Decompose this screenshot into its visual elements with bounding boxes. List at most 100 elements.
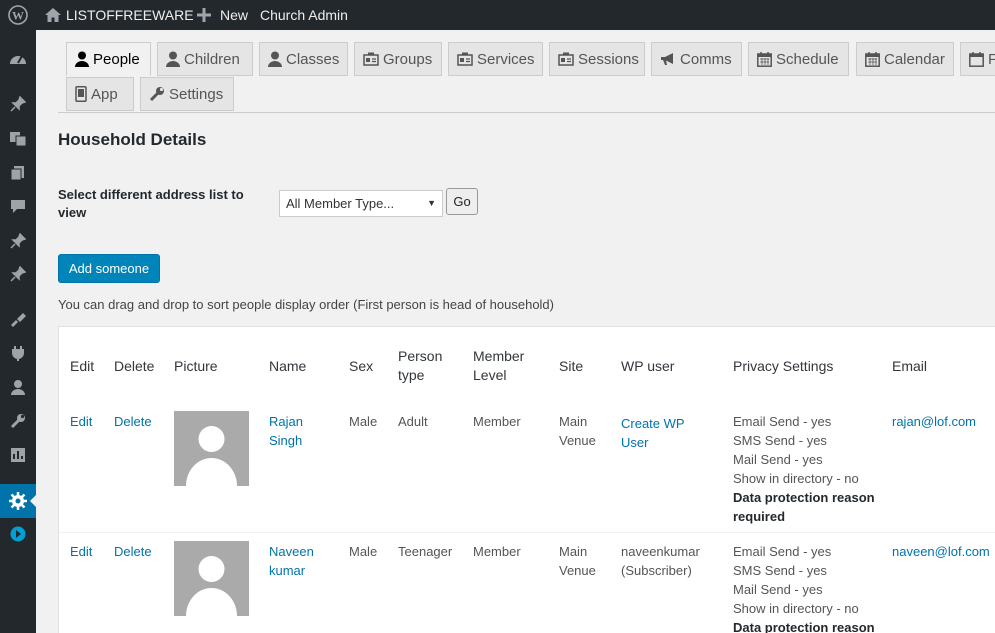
gear-icon[interactable] — [0, 484, 36, 518]
tab-label: Groups — [383, 50, 433, 68]
media-icon[interactable] — [0, 126, 36, 152]
megaphone-icon — [661, 53, 673, 65]
tab-comms[interactable]: Comms — [651, 42, 742, 76]
header-email: Email — [892, 358, 928, 374]
wp-username-line-1: naveenkumar — [621, 544, 700, 559]
edit-link[interactable]: Edit — [70, 542, 92, 561]
tab-label: Sessions — [578, 50, 639, 68]
calendar-icon — [757, 51, 772, 67]
chevron-down-icon: ▼ — [427, 198, 436, 208]
church-admin-link[interactable]: Church Admin — [260, 0, 348, 30]
avatar-placeholder-icon — [186, 426, 237, 486]
person-name-line-2[interactable]: kumar — [269, 561, 305, 580]
tab-label: People — [93, 50, 140, 68]
admin-sidebar — [0, 30, 36, 633]
pin-icon[interactable] — [0, 91, 36, 117]
edit-link[interactable]: Edit — [70, 412, 92, 431]
settings-icon[interactable] — [0, 442, 36, 468]
plus-icon[interactable] — [197, 0, 211, 30]
header-privacy: Privacy Settings — [733, 358, 834, 374]
header-site: Site — [559, 358, 584, 374]
pin-icon-2[interactable] — [0, 228, 36, 254]
delete-link[interactable]: Delete — [114, 412, 152, 431]
privacy-show-directory: Show in directory - no — [733, 471, 859, 486]
member-type-select[interactable]: All Member Type... ▼ — [279, 190, 443, 217]
tab-label: Classes — [286, 50, 340, 68]
header-edit: Edit — [70, 358, 95, 374]
privacy-data-protection-line-2: required — [733, 509, 786, 524]
tab-label: Settings — [169, 85, 224, 103]
header-delete: Delete — [114, 358, 155, 374]
tab-groups[interactable]: Groups — [354, 42, 442, 76]
wp-username-line-2: (Subscriber) — [621, 563, 692, 578]
tab-services[interactable]: Services — [448, 42, 543, 76]
tools-icon[interactable] — [0, 408, 36, 434]
page-title: Household Details — [58, 130, 207, 149]
dashboard-icon[interactable] — [0, 45, 36, 71]
go-button[interactable]: Go — [446, 188, 478, 215]
header-person-type-1: Person — [398, 348, 443, 364]
header-wp-user: WP user — [621, 358, 675, 374]
person-name-line-2[interactable]: Singh — [269, 431, 302, 450]
users-icon[interactable] — [0, 374, 36, 400]
privacy-data-protection-line-1: Data protection reason — [733, 490, 875, 505]
tab-label: Schedule — [776, 50, 839, 68]
calendar-icon — [969, 51, 984, 67]
tab-label: Comms — [680, 50, 732, 68]
tab-children[interactable]: Children — [157, 42, 253, 76]
tab-label: Calendar — [884, 50, 945, 68]
privacy-mail-send: Mail Send - yes — [733, 582, 823, 597]
plugins-icon[interactable] — [0, 340, 36, 366]
person-icon — [268, 51, 282, 67]
site-name-link[interactable]: LISTOFFREEWARE — [66, 0, 194, 30]
email-link[interactable]: naveen@lof.com — [892, 542, 990, 561]
delete-link[interactable]: Delete — [114, 542, 152, 561]
id-card-icon — [457, 52, 473, 66]
tab-divider — [58, 112, 995, 113]
appearance-icon[interactable] — [0, 306, 36, 332]
header-name: Name — [269, 358, 307, 374]
header-member-level-1: Member — [473, 348, 525, 364]
tab-settings[interactable]: Settings — [140, 77, 234, 111]
new-content-link[interactable]: New — [220, 0, 248, 30]
member-level-cell: Member — [473, 414, 521, 429]
admin-bar: W LISTOFFREEWARE New Church Admin — [0, 0, 995, 30]
create-wp-user-link-line-2[interactable]: User — [621, 433, 648, 452]
household-table: Edit Delete Picture Name Sex Person type… — [58, 326, 995, 633]
pin-icon-3[interactable] — [0, 261, 36, 287]
privacy-show-directory: Show in directory - no — [733, 601, 859, 616]
person-name-line-1[interactable]: Naveen — [269, 542, 314, 561]
tab-label: Children — [184, 50, 240, 68]
comments-icon[interactable] — [0, 193, 36, 219]
tab-calendar[interactable]: Calendar — [856, 42, 954, 76]
tab-classes[interactable]: Classes — [259, 42, 348, 76]
tab-label: Services — [477, 50, 535, 68]
person-icon — [166, 51, 180, 67]
tab-more[interactable]: F — [960, 42, 995, 76]
tab-schedule[interactable]: Schedule — [748, 42, 849, 76]
wordpress-logo-icon[interactable]: W — [8, 0, 28, 30]
create-wp-user-link-line-1[interactable]: Create WP — [621, 414, 685, 433]
avatar-placeholder-icon — [186, 556, 237, 616]
privacy-email-send: Email Send - yes — [733, 414, 832, 429]
member-level-cell: Member — [473, 544, 521, 559]
email-link[interactable]: rajan@lof.com — [892, 412, 976, 431]
person-name-line-1[interactable]: Rajan — [269, 412, 303, 431]
add-someone-button[interactable]: Add someone — [58, 254, 160, 283]
select-value: All Member Type... — [286, 196, 395, 211]
tab-label: App — [91, 85, 118, 103]
site-cell-line-2: Venue — [559, 563, 596, 578]
tab-sessions[interactable]: Sessions — [549, 42, 645, 76]
header-sex: Sex — [349, 358, 374, 374]
tab-app[interactable]: App — [66, 77, 134, 111]
tab-people[interactable]: People — [66, 42, 151, 76]
site-cell-line-2: Venue — [559, 433, 596, 448]
tab-label: F — [988, 51, 995, 68]
wrench-icon — [149, 87, 164, 102]
header-picture: Picture — [174, 358, 218, 374]
home-icon[interactable] — [44, 0, 62, 30]
pages-icon[interactable] — [0, 160, 36, 186]
collapse-icon[interactable] — [0, 521, 36, 547]
site-cell-line-1: Main — [559, 414, 588, 429]
person-icon — [75, 51, 89, 67]
